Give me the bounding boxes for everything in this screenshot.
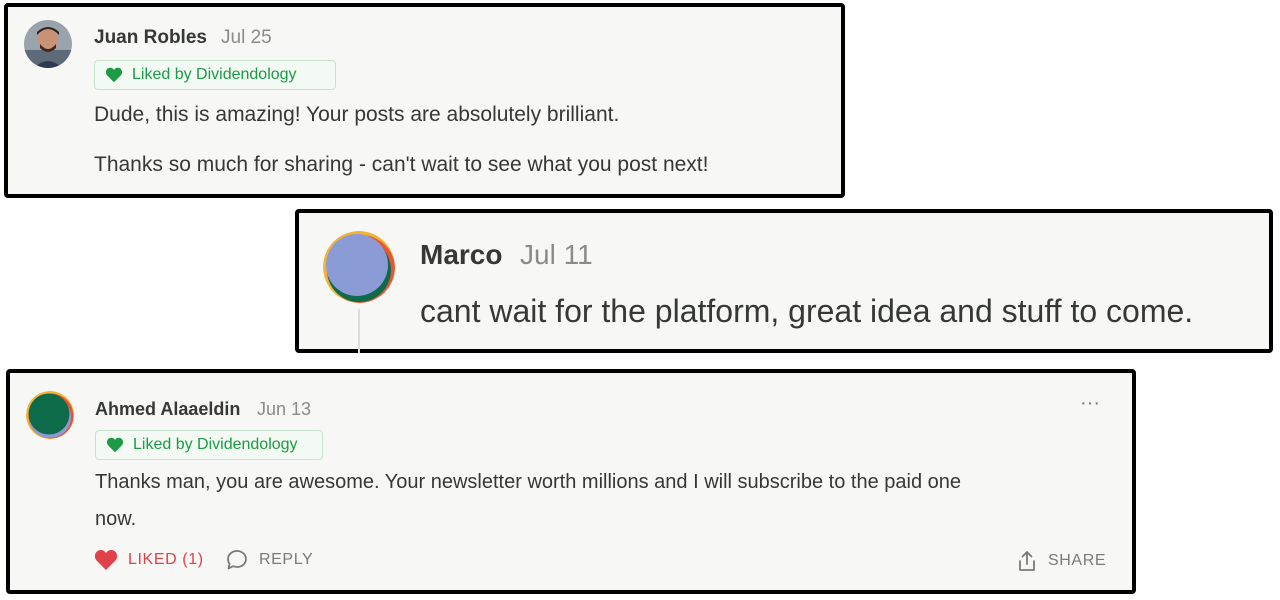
comment-paragraph: now. bbox=[95, 508, 137, 530]
share-icon bbox=[1019, 551, 1035, 571]
comment-bubble-icon bbox=[227, 550, 247, 570]
heart-icon bbox=[105, 67, 123, 83]
liked-by-label: Liked by Dividendology bbox=[132, 66, 297, 83]
comment-paragraph: Thanks man, you are awesome. Your newsle… bbox=[95, 471, 962, 493]
reply-label: REPLY bbox=[259, 551, 314, 568]
like-button[interactable]: LIKED (1) bbox=[94, 549, 204, 571]
reply-button[interactable]: REPLY bbox=[226, 549, 313, 571]
author-name[interactable]: Ahmed Alaaeldin bbox=[95, 399, 240, 420]
heart-icon bbox=[94, 550, 118, 570]
liked-by-badge: Liked by Dividendology bbox=[95, 430, 323, 460]
comment-card-ahmed: Ahmed Alaaeldin Jun 13 ··· Liked by Divi… bbox=[6, 369, 1136, 594]
comment-date[interactable]: Jun 13 bbox=[257, 399, 311, 420]
comment-paragraph: cant wait for the platform, great idea a… bbox=[420, 293, 1194, 329]
more-icon: ··· bbox=[1080, 392, 1100, 414]
author-name[interactable]: Marco bbox=[420, 239, 502, 271]
share-label: SHARE bbox=[1048, 552, 1107, 569]
more-options-button[interactable]: ··· bbox=[1076, 391, 1104, 415]
thread-line bbox=[358, 309, 360, 353]
avatar[interactable] bbox=[26, 391, 74, 439]
avatar-blob-icon bbox=[26, 391, 74, 439]
avatar-photo-icon bbox=[24, 20, 72, 68]
comment-card-juan: Juan Robles Jul 25 Liked by Dividendolog… bbox=[4, 3, 845, 198]
author-name[interactable]: Juan Robles bbox=[94, 27, 207, 49]
comment-date[interactable]: Jul 11 bbox=[520, 239, 593, 271]
like-count-label: LIKED (1) bbox=[128, 551, 204, 568]
liked-by-badge: Liked by Dividendology bbox=[94, 60, 336, 90]
avatar[interactable] bbox=[323, 231, 395, 303]
avatar-blob-icon bbox=[323, 231, 395, 303]
share-button[interactable]: SHARE bbox=[1016, 549, 1106, 573]
avatar[interactable] bbox=[24, 20, 72, 68]
comment-paragraph: Dude, this is amazing! Your posts are ab… bbox=[94, 103, 620, 126]
comment-date[interactable]: Jul 25 bbox=[221, 27, 272, 49]
comment-paragraph: Thanks so much for sharing - can't wait … bbox=[94, 153, 709, 176]
heart-icon bbox=[106, 437, 124, 453]
liked-by-label: Liked by Dividendology bbox=[133, 436, 298, 453]
comment-card-marco: Marco Jul 11 cant wait for the platform,… bbox=[295, 209, 1273, 353]
